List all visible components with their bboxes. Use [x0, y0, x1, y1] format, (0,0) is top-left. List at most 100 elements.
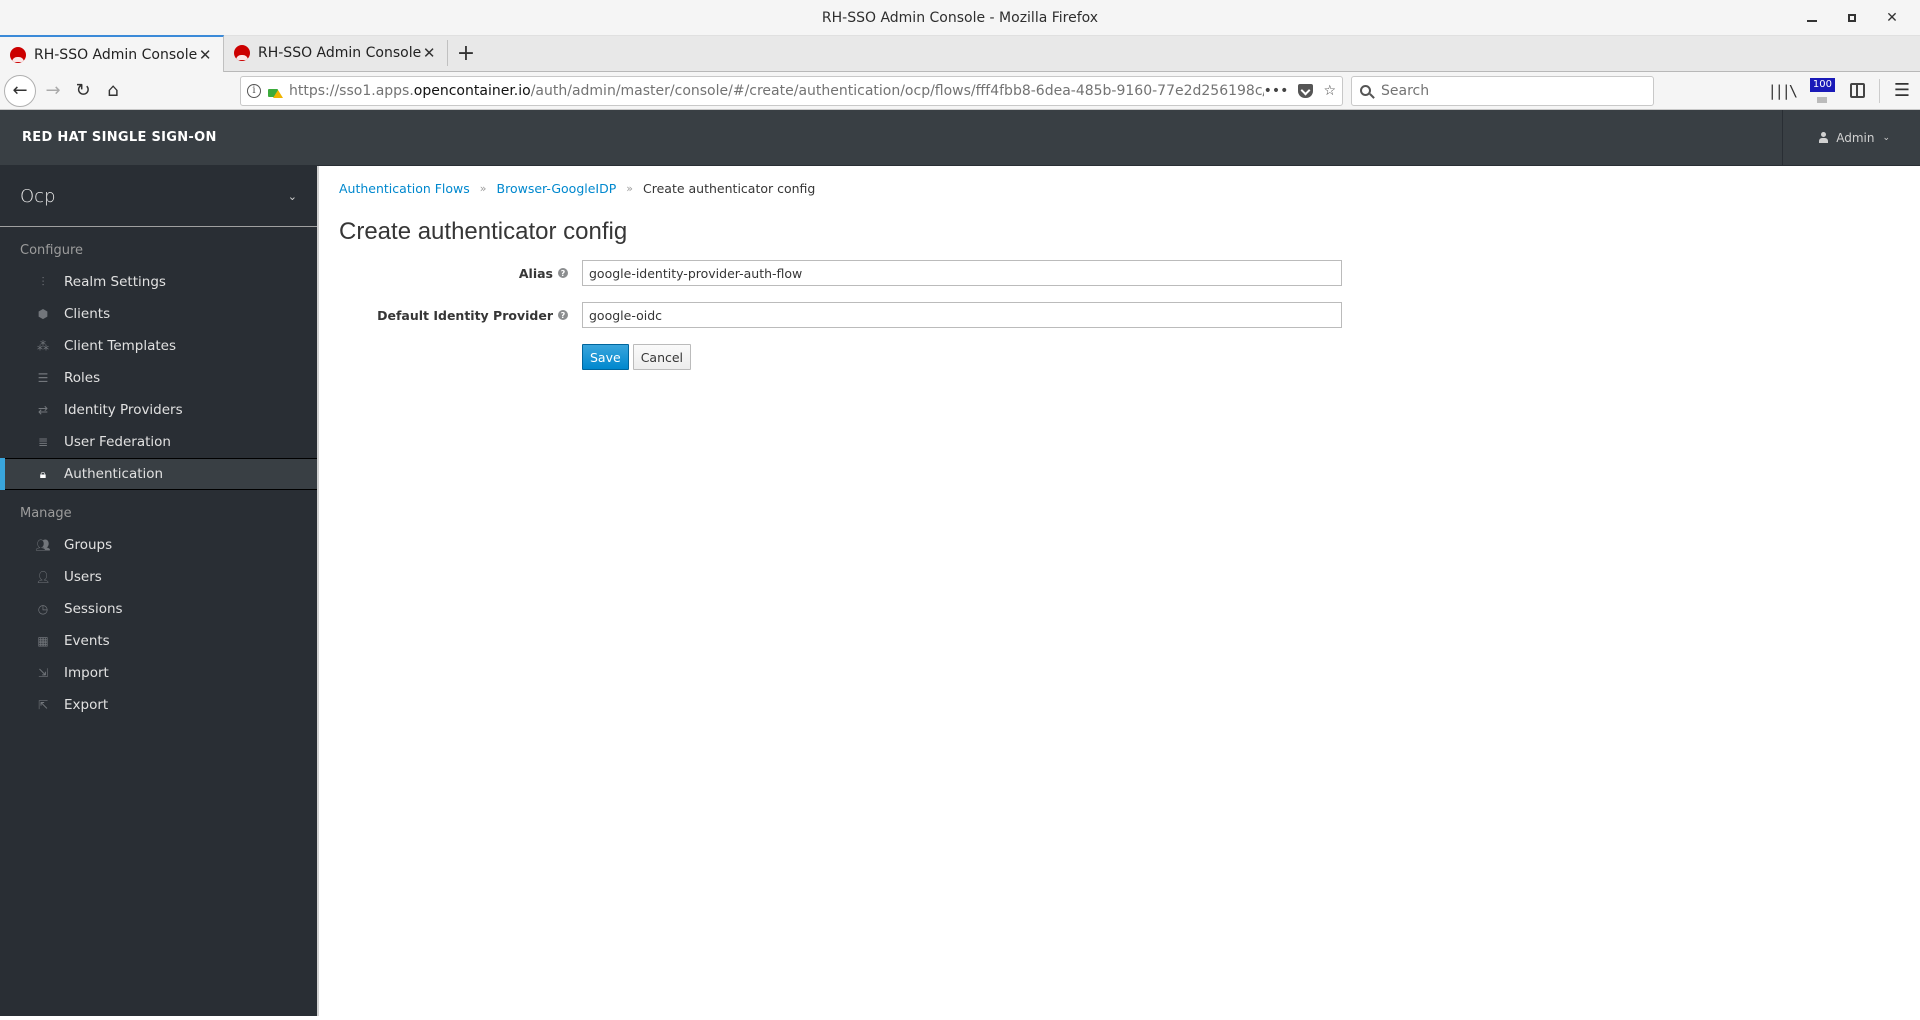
user-name: Admin: [1836, 130, 1875, 145]
minimize-icon: [1807, 20, 1817, 22]
lock-icon: 🔒︎: [39, 466, 47, 481]
sidebar-toggle-icon[interactable]: [1849, 83, 1865, 98]
tab-bar: RH-SSO Admin Console ✕ RH-SSO Admin Cons…: [0, 35, 1920, 72]
user-icon: [1819, 132, 1829, 143]
breadcrumb: Authentication Flows » Browser-GoogleIDP…: [339, 178, 1900, 198]
default-identity-provider-label: Default Identity Provider ?: [339, 308, 582, 323]
clock-icon: ◷: [37, 602, 49, 616]
realm-name: Ocp: [20, 185, 56, 207]
badge-count: 100: [1809, 77, 1835, 92]
library-icon[interactable]: |||\: [1768, 82, 1798, 100]
search-placeholder: Search: [1381, 82, 1430, 99]
default-identity-provider-label-text: Default Identity Provider: [377, 307, 553, 323]
extension-icon: [1816, 96, 1827, 103]
info-icon[interactable]: i: [247, 83, 261, 98]
pocket-icon[interactable]: [1298, 83, 1314, 98]
tab-close-icon[interactable]: ✕: [421, 44, 437, 62]
tab-title: RH-SSO Admin Console: [258, 45, 422, 61]
alias-row: Alias ?: [339, 260, 1900, 286]
reload-icon: ↻: [75, 80, 91, 101]
navigation-toolbar: ← → ↻ ⌂ i https://sso1.apps.opencontaine…: [0, 72, 1920, 110]
sidebar-item-label: Groups: [64, 537, 113, 553]
sidebar-item-label: Export: [64, 697, 109, 713]
sidebar-item-clients[interactable]: ⬢ Clients: [0, 298, 317, 330]
sidebar-item-realm-settings[interactable]: ⫶ Realm Settings: [0, 266, 317, 298]
url-text[interactable]: https://sso1.apps.opencontainer.io/auth/…: [289, 83, 1264, 99]
sidebar-item-events[interactable]: ▦ Events: [0, 625, 317, 657]
sliders-icon: ⫶: [41, 274, 45, 289]
cubes-icon: ⁂: [37, 339, 49, 353]
forward-button[interactable]: →: [38, 76, 68, 106]
toolbar-divider: [1878, 78, 1880, 103]
help-icon[interactable]: ?: [558, 268, 568, 278]
minimize-button[interactable]: [1792, 0, 1832, 36]
back-button[interactable]: ←: [4, 74, 36, 107]
hamburger-menu-icon[interactable]: ☰: [1894, 80, 1910, 101]
user-icon: 👤︎: [35, 570, 51, 584]
sidebar-item-groups[interactable]: 👥︎ Groups: [0, 529, 317, 561]
tab-close-icon[interactable]: ✕: [197, 46, 213, 64]
sidebar-item-label: Identity Providers: [64, 402, 183, 418]
sidebar-item-roles[interactable]: ☰ Roles: [0, 362, 317, 394]
help-icon[interactable]: ?: [558, 310, 568, 320]
sidebar-item-identity-providers[interactable]: ⇄ Identity Providers: [0, 394, 317, 426]
content-area: Authentication Flows » Browser-GoogleIDP…: [319, 166, 1920, 1016]
form-actions: Save Cancel: [582, 344, 1900, 370]
breadcrumb-separator-icon: »: [626, 181, 634, 195]
sidebar-item-label: Authentication: [64, 466, 164, 482]
page-actions-icon[interactable]: •••: [1264, 83, 1289, 99]
browser-tab-1[interactable]: RH-SSO Admin Console ✕: [0, 35, 224, 72]
app-header: RED HAT SINGLE SIGN-ON Admin ⌄: [0, 109, 1920, 166]
manage-heading: Manage: [20, 506, 72, 521]
realm-selector[interactable]: Ocp ⌄: [0, 166, 317, 227]
tab-title: RH-SSO Admin Console: [34, 46, 198, 63]
sidebar-item-export[interactable]: ⇱ Export: [0, 689, 317, 721]
url-prefix: https://sso1.apps.: [289, 82, 414, 99]
sidebar: Ocp ⌄ Configure ⫶ Realm Settings ⬢ Clien…: [0, 166, 319, 1016]
new-tab-button[interactable]: +: [448, 35, 484, 71]
sidebar-item-authentication[interactable]: 🔒︎ Authentication: [0, 458, 317, 490]
sidebar-item-sessions[interactable]: ◷ Sessions: [0, 593, 317, 625]
sidebar-item-label: Client Templates: [64, 338, 177, 354]
sidebar-item-users[interactable]: 👤︎ Users: [0, 561, 317, 593]
redhat-favicon-icon: [234, 45, 250, 61]
cube-icon: ⬢: [37, 307, 49, 321]
sidebar-item-user-federation[interactable]: ≣ User Federation: [0, 426, 317, 458]
export-icon: ⇱: [37, 698, 49, 712]
sidebar-item-client-templates[interactable]: ⁂ Client Templates: [0, 330, 317, 362]
search-bar[interactable]: Search: [1351, 75, 1654, 106]
database-icon: ≣: [37, 435, 49, 449]
sidebar-item-label: Events: [64, 633, 110, 649]
browser-tab-2[interactable]: RH-SSO Admin Console ✕: [224, 40, 448, 66]
sidebar-item-import[interactable]: ⇲ Import: [0, 657, 317, 689]
import-icon: ⇲: [37, 666, 49, 680]
default-identity-provider-row: Default Identity Provider ?: [339, 302, 1900, 328]
breadcrumb-browser-googleidp[interactable]: Browser-GoogleIDP: [497, 181, 617, 196]
reload-button[interactable]: ↻: [68, 76, 98, 106]
sidebar-item-label: Sessions: [64, 601, 123, 617]
save-button[interactable]: Save: [582, 344, 629, 370]
maximize-button[interactable]: [1832, 0, 1872, 36]
bookmark-star-icon[interactable]: ☆: [1323, 83, 1336, 99]
chevron-down-icon: ⌄: [1882, 132, 1890, 143]
url-bar[interactable]: i https://sso1.apps.opencontainer.io/aut…: [240, 75, 1343, 106]
alias-label: Alias ?: [339, 266, 582, 281]
breadcrumb-authentication-flows[interactable]: Authentication Flows: [339, 181, 470, 196]
user-menu[interactable]: Admin ⌄: [1782, 109, 1920, 166]
window-titlebar: RH-SSO Admin Console - Mozilla Firefox ✕: [0, 0, 1920, 36]
maximize-icon: [1848, 14, 1856, 22]
url-actions: ••• ☆: [1264, 83, 1336, 99]
alias-input[interactable]: [582, 260, 1342, 286]
insecure-lock-icon[interactable]: [267, 84, 283, 98]
brand-logo[interactable]: RED HAT SINGLE SIGN-ON: [0, 130, 217, 145]
url-path: /auth/admin/master/console/#/create/auth…: [530, 82, 1264, 99]
cancel-button[interactable]: Cancel: [632, 344, 692, 370]
sidebar-item-label: User Federation: [64, 434, 171, 450]
page-title: Create authenticator config: [339, 218, 628, 245]
sidebar-item-label: Realm Settings: [64, 274, 166, 290]
arrow-left-icon: ←: [12, 80, 28, 101]
close-window-button[interactable]: ✕: [1872, 0, 1912, 36]
home-button[interactable]: ⌂: [98, 76, 128, 106]
extension-badge-button[interactable]: 100: [1809, 77, 1836, 104]
default-identity-provider-input[interactable]: [582, 302, 1342, 328]
